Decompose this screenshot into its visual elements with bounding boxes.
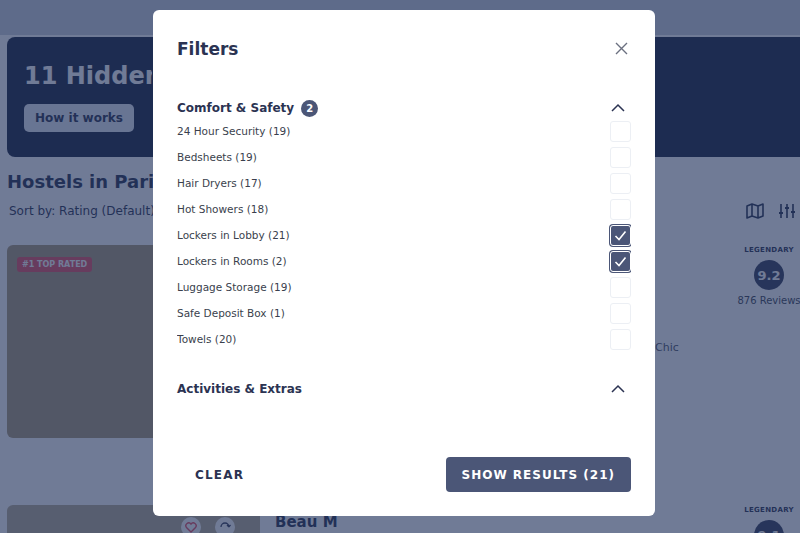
section-title[interactable]: Comfort & Safety: [177, 101, 294, 115]
close-icon[interactable]: [615, 42, 628, 56]
option-label[interactable]: Hair Dryers (17): [177, 177, 610, 189]
option-checkbox[interactable]: [610, 225, 631, 246]
option-label[interactable]: Lockers in Rooms (2): [177, 255, 610, 267]
selected-count-badge: 2: [301, 100, 318, 117]
filter-option[interactable]: 24 Hour Security (19): [177, 118, 631, 144]
collapse-toggle[interactable]: [611, 384, 625, 394]
option-label[interactable]: 24 Hour Security (19): [177, 125, 610, 137]
filter-option[interactable]: Lockers in Rooms (2): [177, 248, 631, 274]
filter-options: 24 Hour Security (19) Bedsheets (19) Hair …: [177, 118, 631, 350]
chevron-up-icon[interactable]: [611, 384, 625, 394]
option-checkbox[interactable]: [610, 199, 631, 220]
collapse-toggle[interactable]: [611, 103, 625, 113]
check-icon: [614, 230, 627, 241]
filter-section-header[interactable]: Activities & Extras: [177, 379, 631, 399]
option-checkbox[interactable]: [610, 251, 631, 272]
option-label[interactable]: Towels (20): [177, 333, 610, 345]
clear-button[interactable]: CLEAR: [177, 460, 262, 490]
filters-dialog: FiltersComfort & Safety224 Hour Security…: [153, 10, 655, 516]
filter-section-header[interactable]: Comfort & Safety 2: [177, 98, 631, 118]
option-label[interactable]: Lockers in Lobby (21): [177, 229, 610, 241]
section-title[interactable]: Activities & Extras: [177, 382, 302, 396]
option-checkbox[interactable]: [610, 173, 631, 194]
option-checkbox[interactable]: [610, 121, 631, 142]
option-checkbox[interactable]: [610, 147, 631, 168]
option-checkbox[interactable]: [610, 329, 631, 350]
dialog-header: Filters: [177, 38, 631, 60]
option-label[interactable]: Hot Showers (18): [177, 203, 610, 215]
close-button[interactable]: [615, 42, 629, 56]
option-label[interactable]: Bedsheets (19): [177, 151, 610, 163]
option-label[interactable]: Luggage Storage (19): [177, 281, 610, 293]
option-label[interactable]: Safe Deposit Box (1): [177, 307, 610, 319]
filter-option[interactable]: Lockers in Lobby (21): [177, 222, 631, 248]
show-results-button[interactable]: SHOW RESULTS (21): [446, 457, 631, 492]
filter-option[interactable]: Hot Showers (18): [177, 196, 631, 222]
option-checkbox[interactable]: [610, 277, 631, 298]
filter-option[interactable]: Bedsheets (19): [177, 144, 631, 170]
filter-option[interactable]: Hair Dryers (17): [177, 170, 631, 196]
filter-option[interactable]: Luggage Storage (19): [177, 274, 631, 300]
dialog-title: Filters: [177, 39, 615, 59]
check-icon: [614, 256, 627, 267]
dialog-footer: CLEAR SHOW RESULTS (21): [177, 457, 631, 492]
chevron-up-icon[interactable]: [611, 103, 625, 113]
option-checkbox[interactable]: [610, 303, 631, 324]
filter-option[interactable]: Safe Deposit Box (1): [177, 300, 631, 326]
filter-option[interactable]: Towels (20): [177, 326, 631, 350]
